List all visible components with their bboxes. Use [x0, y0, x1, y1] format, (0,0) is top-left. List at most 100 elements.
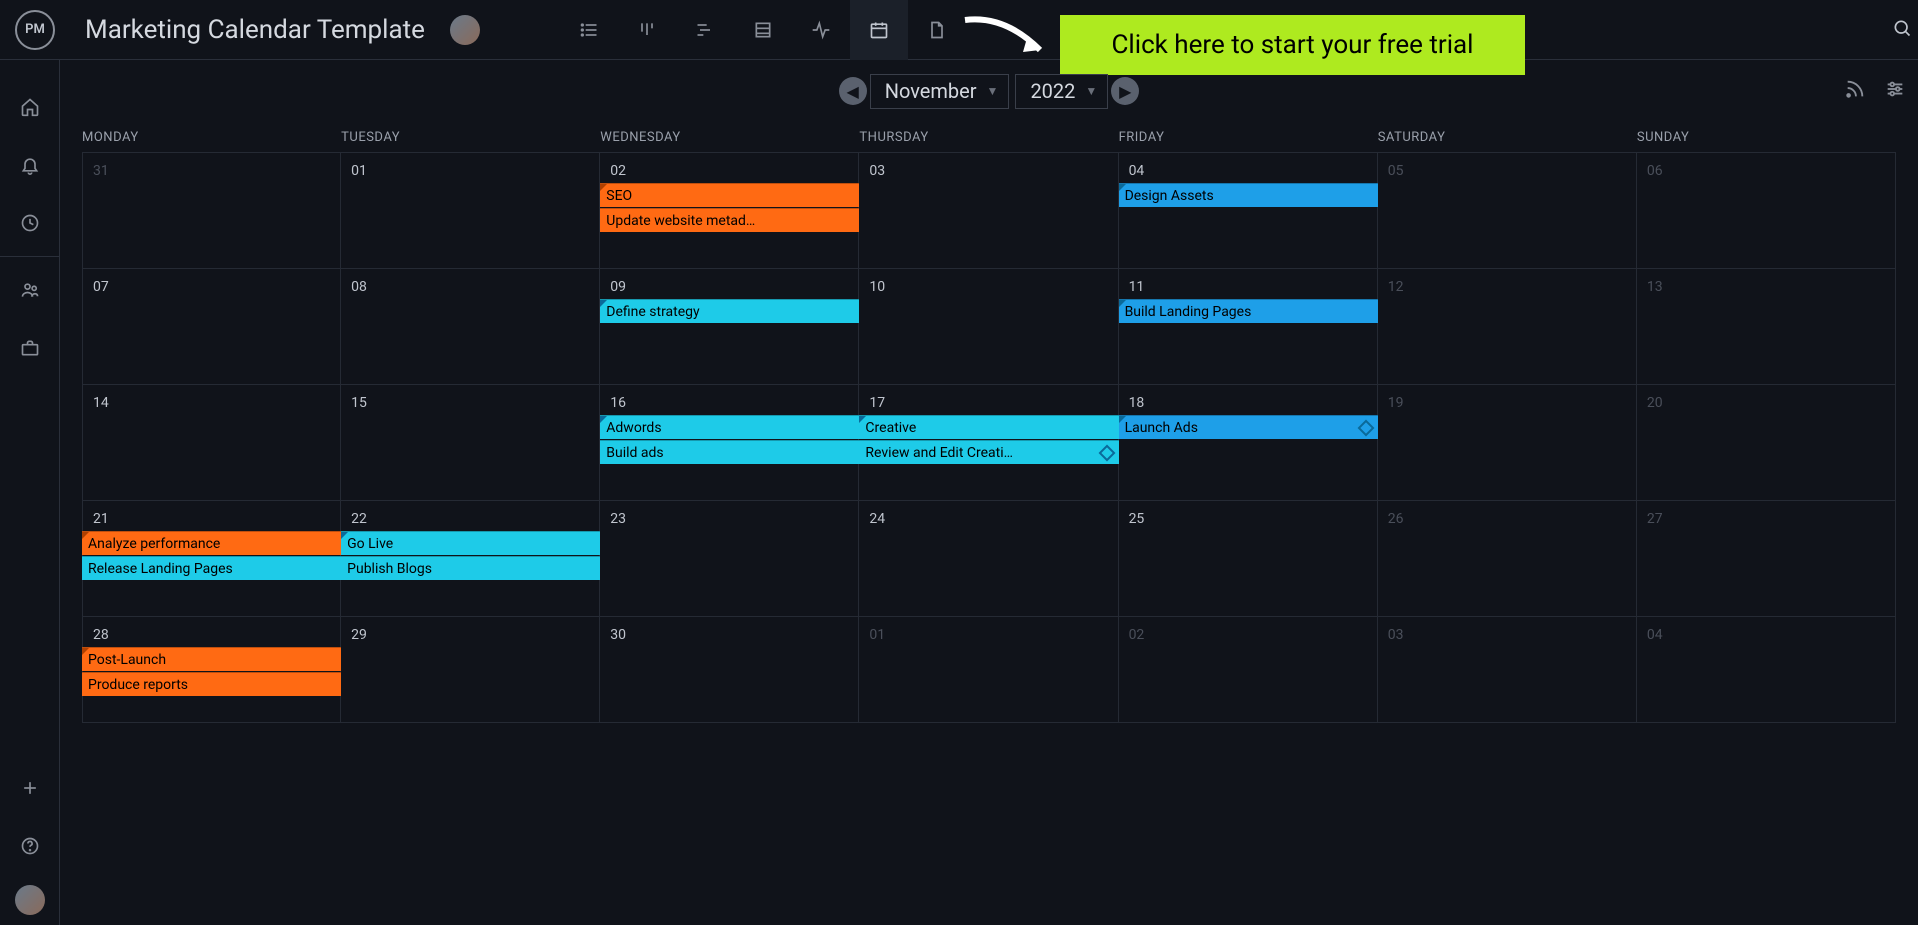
calendar-event[interactable]: Publish Blogs — [341, 556, 600, 580]
calendar-cell[interactable]: 25 — [1119, 500, 1378, 616]
calendar-cell[interactable]: 01 — [859, 616, 1118, 723]
view-tabs — [560, 0, 966, 60]
view-calendar-icon[interactable] — [850, 0, 908, 60]
calendar-cell[interactable]: 03 — [859, 152, 1118, 268]
search-icon[interactable] — [1892, 18, 1912, 42]
calendar-cell[interactable]: 01 — [341, 152, 600, 268]
app-logo[interactable]: PM — [15, 10, 55, 50]
calendar-event[interactable]: Release Landing Pages — [82, 556, 341, 580]
day-number: 16 — [610, 395, 626, 411]
day-number: 18 — [1129, 395, 1145, 411]
prev-month-button[interactable]: ◀ — [839, 77, 867, 105]
calendar-row: 21222324252627Analyze performanceRelease… — [82, 500, 1896, 616]
calendar-event[interactable]: Build ads — [600, 440, 859, 464]
month-selector[interactable]: November▼ — [870, 74, 1010, 109]
home-icon[interactable] — [0, 78, 60, 136]
calendar-event[interactable]: Go Live — [341, 531, 600, 555]
calendar-event[interactable]: Post-Launch — [82, 647, 341, 671]
calendar-cell[interactable]: 04 — [1637, 616, 1896, 723]
event-corner-icon — [82, 648, 89, 655]
day-number: 06 — [1647, 163, 1663, 179]
day-number: 29 — [351, 627, 367, 643]
calendar-cell[interactable]: 06 — [1637, 152, 1896, 268]
calendar-event[interactable]: Analyze performance — [82, 531, 341, 555]
calendar-cell[interactable]: 14 — [82, 384, 341, 500]
view-sheet-icon[interactable] — [734, 0, 792, 60]
calendar-cell[interactable]: 29 — [341, 616, 600, 723]
calendar-cell[interactable]: 13 — [1637, 268, 1896, 384]
calendar-event[interactable]: Launch Ads — [1119, 415, 1378, 439]
day-number: 10 — [869, 279, 885, 295]
year-selector[interactable]: 2022▼ — [1015, 74, 1108, 109]
calendar-event[interactable]: Update website metad… — [600, 208, 859, 232]
weekday-headers: MONDAYTUESDAYWEDNESDAYTHURSDAYFRIDAYSATU… — [60, 122, 1918, 152]
day-number: 22 — [351, 511, 367, 527]
calendar-cell[interactable]: 08 — [341, 268, 600, 384]
calendar-cell[interactable]: 03 — [1378, 616, 1637, 723]
calendar-cell[interactable]: 02 — [1119, 616, 1378, 723]
calendar-event[interactable]: Review and Edit Creati… — [859, 440, 1118, 464]
event-corner-icon — [1119, 300, 1126, 307]
view-file-icon[interactable] — [908, 0, 966, 60]
recent-icon[interactable] — [0, 194, 60, 252]
view-board-icon[interactable] — [618, 0, 676, 60]
notifications-icon[interactable] — [0, 136, 60, 194]
calendar-controls: ◀ November▼ 2022▼ ▶ — [60, 60, 1918, 122]
event-corner-icon — [600, 300, 607, 307]
calendar-cell[interactable]: 10 — [859, 268, 1118, 384]
view-activity-icon[interactable] — [792, 0, 850, 60]
calendar-event[interactable]: Define strategy — [600, 299, 859, 323]
day-number: 07 — [93, 279, 109, 295]
event-corner-icon — [341, 532, 348, 539]
calendar-cell[interactable]: 09 — [600, 268, 859, 384]
calendar-event[interactable]: Creative — [859, 415, 1118, 439]
calendar-cell[interactable]: 20 — [1637, 384, 1896, 500]
page-title: Marketing Calendar Template — [85, 15, 425, 45]
weekday-header: SUNDAY — [1637, 130, 1896, 145]
day-number: 08 — [351, 279, 367, 295]
calendar-cell[interactable]: 05 — [1378, 152, 1637, 268]
day-number: 26 — [1388, 511, 1404, 527]
calendar-row: 31010203040506SEOUpdate website metad…De… — [82, 152, 1896, 268]
event-corner-icon — [859, 416, 866, 423]
next-month-button[interactable]: ▶ — [1111, 77, 1139, 105]
team-icon[interactable] — [0, 261, 60, 319]
calendar-grid: 31010203040506SEOUpdate website metad…De… — [60, 152, 1918, 723]
calendar-cell[interactable]: 26 — [1378, 500, 1637, 616]
calendar-cell[interactable]: 11 — [1119, 268, 1378, 384]
calendar-event[interactable]: Build Landing Pages — [1119, 299, 1378, 323]
help-icon[interactable] — [0, 817, 60, 875]
day-number: 09 — [610, 279, 626, 295]
event-corner-icon — [82, 532, 89, 539]
calendar-cell[interactable]: 30 — [600, 616, 859, 723]
day-number: 14 — [93, 395, 109, 411]
calendar-row: 14151617181920AdwordsBuild adsCreativeRe… — [82, 384, 1896, 500]
calendar-cell[interactable]: 23 — [600, 500, 859, 616]
feed-icon[interactable] — [1844, 78, 1866, 104]
calendar-cell[interactable]: 07 — [82, 268, 341, 384]
calendar-cell[interactable]: 18 — [1119, 384, 1378, 500]
weekday-header: MONDAY — [82, 130, 341, 145]
calendar-cell[interactable]: 31 — [82, 152, 341, 268]
calendar-view: ◀ November▼ 2022▼ ▶ MONDAYTUESDAYWEDNESD… — [60, 60, 1918, 925]
calendar-cell[interactable]: 15 — [341, 384, 600, 500]
nav-divider — [0, 256, 60, 257]
calendar-event[interactable]: Design Assets — [1119, 183, 1378, 207]
briefcase-icon[interactable] — [0, 319, 60, 377]
view-gantt-icon[interactable] — [676, 0, 734, 60]
calendar-cell[interactable]: 24 — [859, 500, 1118, 616]
calendar-event[interactable]: Adwords — [600, 415, 859, 439]
settings-icon[interactable] — [1884, 78, 1906, 104]
calendar-event[interactable]: SEO — [600, 183, 859, 207]
view-list-icon[interactable] — [560, 0, 618, 60]
user-avatar[interactable] — [15, 885, 45, 915]
avatar[interactable] — [450, 15, 480, 45]
calendar-cell[interactable]: 19 — [1378, 384, 1637, 500]
calendar-event[interactable]: Produce reports — [82, 672, 341, 696]
day-number: 03 — [1388, 627, 1404, 643]
calendar-cell[interactable]: 27 — [1637, 500, 1896, 616]
calendar-cell[interactable]: 12 — [1378, 268, 1637, 384]
calendar-cell[interactable]: 04 — [1119, 152, 1378, 268]
add-icon[interactable] — [0, 759, 60, 817]
milestone-diamond-icon — [1357, 420, 1374, 437]
